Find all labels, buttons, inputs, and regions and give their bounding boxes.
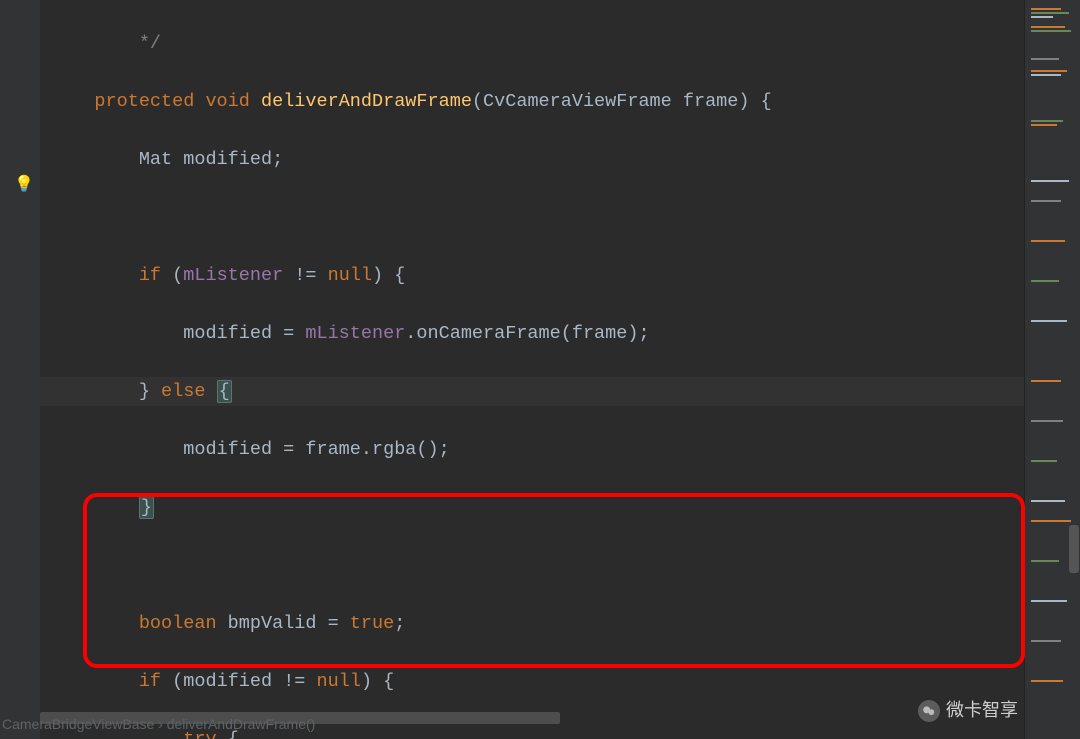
watermark-label: 微卡智享 [946, 696, 1018, 725]
l11-open: ( [161, 671, 183, 692]
l7-eq: = [272, 439, 305, 460]
watermark: 微卡智享 [918, 696, 1018, 725]
l7-args: (); [416, 439, 449, 460]
l11-op: != [272, 671, 316, 692]
l4-op: != [283, 265, 327, 286]
kw-true: true [350, 613, 394, 634]
l2-tail: ; [272, 149, 283, 170]
param-type: CvCameraViewFrame [483, 91, 672, 112]
l4-open: ( [161, 265, 183, 286]
kw-if2: if [139, 671, 161, 692]
lhs-modified2: modified [183, 439, 272, 460]
minimap[interactable] [1024, 0, 1080, 739]
kw-null2: null [317, 671, 361, 692]
call-rgba: rgba [372, 439, 416, 460]
method-name: deliverAndDrawFrame [261, 91, 472, 112]
minimap-thumb[interactable] [1069, 525, 1079, 573]
lhs-modified: modified [183, 323, 272, 344]
field-mlistener: mListener [183, 265, 283, 286]
kw-null: null [328, 265, 372, 286]
breadcrumb[interactable]: CameraBridgeViewBase › deliverAndDrawFra… [2, 710, 315, 739]
l4-close: ) { [372, 265, 405, 286]
type-mat: Mat [139, 149, 172, 170]
kw-boolean: boolean [139, 613, 217, 634]
l10-tail: ; [394, 613, 405, 634]
var-modified: modified [183, 149, 272, 170]
field-mlistener2: mListener [305, 323, 405, 344]
intention-bulb-icon[interactable]: 💡 [14, 171, 30, 187]
wechat-icon [918, 700, 940, 722]
l5-eq: = [272, 323, 305, 344]
code-editor[interactable]: */ protected void deliverAndDrawFrame ( Cv… [40, 0, 1080, 739]
l5-args: (frame); [561, 323, 650, 344]
param-name: frame [683, 91, 739, 112]
gutter: 💡 [0, 0, 40, 739]
call-oncameraframe: onCameraFrame [416, 323, 560, 344]
var-bmpvalid: bmpValid [228, 613, 317, 634]
l1-tail: ) { [738, 91, 771, 112]
l7-dot: . [361, 439, 372, 460]
brace-open-hl: { [217, 380, 232, 403]
l5-dot: . [405, 323, 416, 344]
l10-eq: = [316, 613, 349, 634]
kw-if: if [139, 265, 161, 286]
obj-frame: frame [305, 439, 361, 460]
kw-void: void [205, 91, 249, 112]
comment-close: */ [139, 33, 161, 54]
editor-root: 💡 */ protected void deliverAndDrawFrame (… [0, 0, 1080, 739]
l6-close: } [139, 381, 150, 402]
kw-else: else [150, 381, 217, 402]
brace-close-hl: } [139, 496, 154, 519]
l11-close: ) { [361, 671, 394, 692]
kw-protected: protected [94, 91, 194, 112]
var-modified2: modified [183, 671, 272, 692]
